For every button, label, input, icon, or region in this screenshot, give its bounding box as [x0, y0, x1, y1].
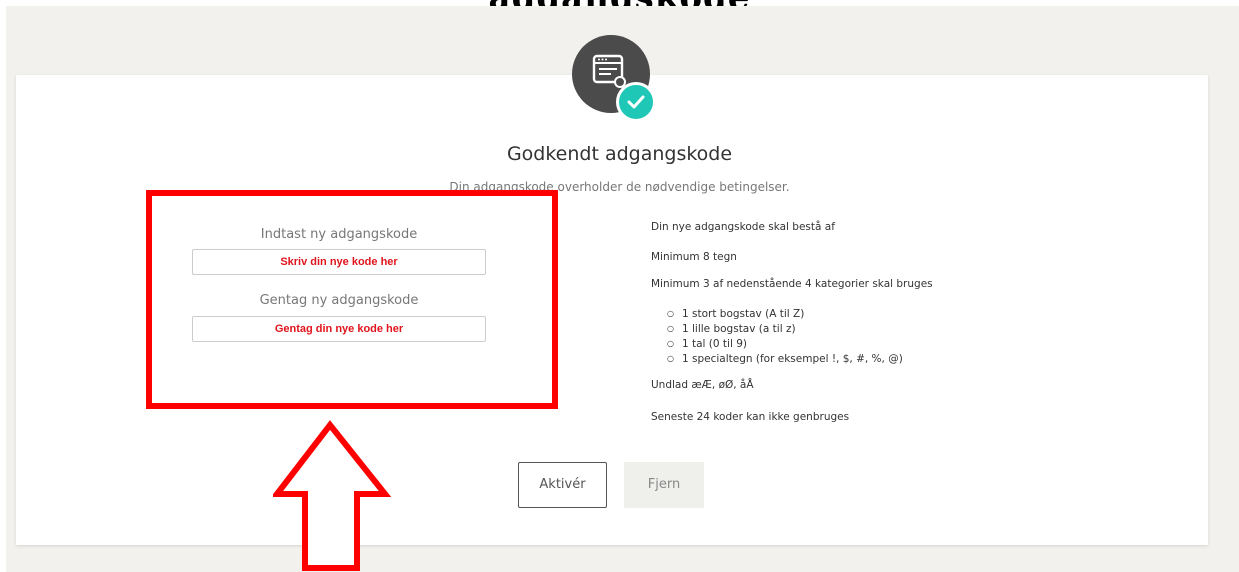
requirement-history: Seneste 24 koder kan ikke genbruges [651, 411, 850, 423]
list-item: 1 specialtegn (for eksempel !, $, #, %, … [667, 352, 903, 367]
list-item: 1 stort bogstav (A til Z) [667, 307, 903, 322]
status-heading: Godkendt adgangskode [506, 143, 733, 165]
requirement-min-categories: Minimum 3 af nedenstående 4 kategorier s… [651, 278, 933, 290]
requirement-avoid-chars: Undlad æÆ, øØ, åÅ [651, 379, 754, 391]
activate-button[interactable]: Aktivér [518, 462, 607, 508]
remove-button[interactable]: Fjern [624, 462, 704, 508]
list-item: 1 lille bogstav (a til z) [667, 322, 903, 337]
list-item: 1 tal (0 til 9) [667, 337, 903, 352]
requirement-min-length: Minimum 8 tegn [651, 251, 737, 263]
requirement-category-list: 1 stort bogstav (A til Z) 1 lille bogsta… [667, 307, 903, 367]
up-arrow-icon [273, 420, 392, 571]
checkmark-icon [616, 82, 656, 122]
highlight-box [146, 190, 558, 409]
requirements-title: Din nye adgangskode skal bestå af [651, 221, 835, 233]
